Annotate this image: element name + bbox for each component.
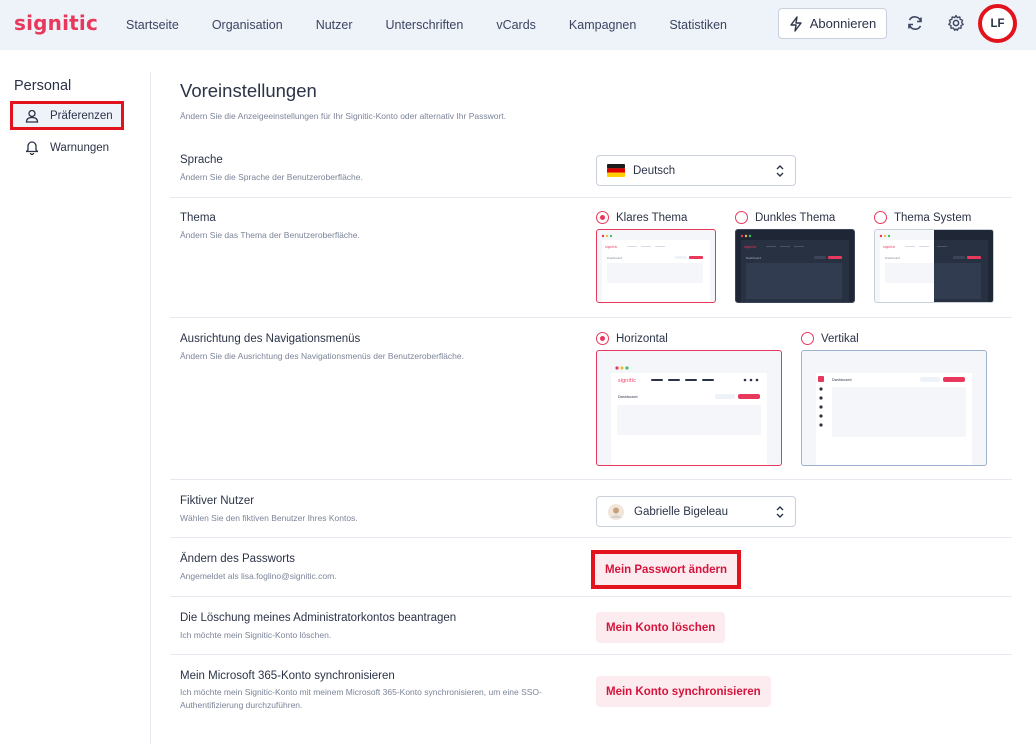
theme-option-label: Thema System — [894, 211, 972, 224]
radio-unchecked-icon — [801, 332, 814, 345]
theme-option-label: Klares Thema — [616, 211, 688, 224]
theme-option-light[interactable]: Klares Thema — [596, 211, 687, 224]
theme-title: Thema — [180, 212, 216, 224]
divider — [170, 317, 1012, 318]
preview-heading: Dashboard — [607, 256, 622, 260]
gear-icon[interactable] — [946, 13, 966, 33]
nav-item-nutzer[interactable]: Nutzer — [316, 18, 353, 32]
nav-option-vertical[interactable]: Vertikal — [801, 332, 859, 345]
fictive-user-title: Fiktiver Nutzer — [180, 495, 255, 507]
page-title: Voreinstellungen — [180, 80, 317, 101]
sidebar-item-praeferenzen[interactable]: Präferenzen — [10, 101, 124, 130]
preview-heading: Dashboard — [832, 378, 852, 382]
change-password-button[interactable]: Mein Passwort ändern — [591, 550, 741, 589]
fictive-user-value: Gabrielle Bigeleau — [634, 505, 728, 518]
radio-unchecked-icon — [735, 211, 748, 224]
divider — [170, 596, 1012, 597]
theme-option-dark[interactable]: Dunkles Thema — [735, 211, 835, 224]
language-title: Sprache — [180, 154, 223, 166]
german-flag-icon — [607, 164, 625, 177]
nav-item-organisation[interactable]: Organisation — [212, 18, 283, 32]
fictive-user-desc: Wählen Sie den fiktiven Benutzer Ihres K… — [180, 513, 358, 523]
theme-desc: Ändern Sie das Thema der Benutzeroberflä… — [180, 230, 360, 240]
main-nav: Startseite Organisation Nutzer Unterschr… — [126, 0, 760, 50]
divider — [170, 197, 1012, 198]
nav-preview-horizontal[interactable]: signitic Dashboard — [596, 350, 782, 466]
theme-preview-light[interactable]: signitic Dashboard — [596, 229, 716, 303]
sync-icon[interactable] — [905, 13, 925, 33]
divider — [170, 654, 1012, 655]
sidebar-divider — [150, 72, 151, 744]
user-avatar-icon — [608, 503, 624, 520]
theme-option-label: Dunkles Thema — [755, 211, 836, 224]
nav-item-statistiken[interactable]: Statistiken — [669, 18, 727, 32]
theme-preview-system[interactable]: signitic Dashboard — [874, 229, 994, 303]
sync-account-button[interactable]: Mein Konto synchronisieren — [596, 676, 771, 707]
divider — [170, 537, 1012, 538]
sync-title: Mein Microsoft 365-Konto synchronisieren — [180, 670, 395, 682]
radio-unchecked-icon — [874, 211, 887, 224]
user-icon — [22, 109, 42, 123]
preview-heading: Dashboard — [746, 256, 761, 260]
password-title: Ändern des Passworts — [180, 553, 296, 565]
nav-orientation-desc: Ändern Sie die Ausrichtung des Navigatio… — [180, 351, 464, 361]
theme-option-system[interactable]: Thema System — [874, 211, 971, 224]
divider — [170, 479, 1012, 480]
password-desc: Angemeldet als lisa.foglino@signitic.com… — [180, 571, 337, 581]
signitic-logo[interactable]: signitic — [14, 11, 98, 35]
preview-heading: Dashboard — [618, 395, 638, 399]
preview-heading: Dashboard — [885, 256, 900, 260]
language-select[interactable]: Deutsch — [596, 155, 796, 186]
lightning-icon — [790, 15, 802, 32]
preview-logo: signitic — [618, 378, 636, 384]
nav-item-startseite[interactable]: Startseite — [126, 18, 179, 32]
nav-item-kampagnen[interactable]: Kampagnen — [569, 18, 636, 32]
sidebar-item-warnungen[interactable]: Warnungen — [10, 133, 124, 162]
nav-item-unterschriften[interactable]: Unterschriften — [386, 18, 464, 32]
sidebar-item-label: Warnungen — [50, 141, 110, 154]
nav-option-label: Vertikal — [821, 332, 859, 345]
nav-item-vcards[interactable]: vCards — [496, 18, 536, 32]
subscribe-button[interactable]: Abonnieren — [778, 8, 887, 39]
language-desc: Ändern Sie die Sprache der Benutzeroberf… — [180, 172, 363, 182]
bell-icon — [22, 140, 42, 155]
language-value: Deutsch — [633, 164, 676, 177]
nav-preview-vertical[interactable]: Dashboard — [801, 350, 987, 466]
user-avatar[interactable]: LF — [978, 4, 1017, 43]
radio-checked-icon — [596, 211, 609, 224]
delete-account-title: Die Löschung meines Administratorkontos … — [180, 612, 457, 624]
chevron-updown-icon — [776, 506, 784, 518]
top-navigation-bar: signitic Startseite Organisation Nutzer … — [0, 0, 1036, 50]
page-subtitle: Ändern Sie die Anzeigeeinstellungen für … — [180, 111, 507, 121]
preview-logo: signitic — [883, 245, 896, 249]
sidebar-heading: Personal — [14, 78, 72, 94]
preview-logo: signitic — [605, 245, 618, 249]
theme-preview-dark[interactable]: signitic Dashboard — [735, 229, 855, 303]
nav-option-horizontal[interactable]: Horizontal — [596, 332, 668, 345]
nav-option-label: Horizontal — [616, 332, 668, 345]
radio-checked-icon — [596, 332, 609, 345]
sidebar-item-label: Präferenzen — [50, 109, 113, 122]
delete-account-desc: Ich möchte mein Signitic-Konto löschen. — [180, 630, 332, 640]
preview-logo: signitic — [744, 245, 757, 249]
nav-orientation-title: Ausrichtung des Navigationsmenüs — [180, 333, 361, 345]
subscribe-label: Abonnieren — [809, 16, 877, 31]
sync-desc: Ich möchte mein Signitic-Konto mit meine… — [180, 687, 542, 710]
delete-account-button[interactable]: Mein Konto löschen — [596, 612, 726, 643]
fictive-user-select[interactable]: Gabrielle Bigeleau — [596, 496, 796, 527]
chevron-updown-icon — [776, 165, 784, 177]
